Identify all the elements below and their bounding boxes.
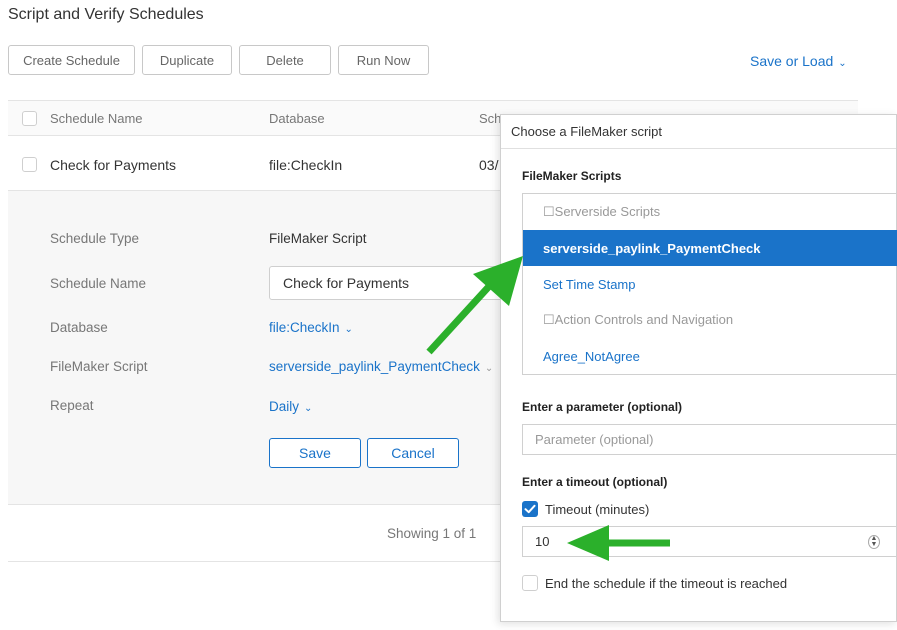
popup-divider [501, 148, 896, 149]
duplicate-button[interactable]: Duplicate [142, 45, 232, 75]
timeout-label: Enter a timeout (optional) [522, 475, 668, 489]
schedule-type-value: FileMaker Script [269, 231, 367, 246]
database-select-value: file:CheckIn [269, 320, 340, 335]
script-item[interactable]: Set Time Stamp [523, 266, 897, 302]
script-item-selected[interactable]: serverside_paylink_PaymentCheck [523, 230, 897, 266]
delete-button[interactable]: Delete [239, 45, 331, 75]
filemaker-script-label: FileMaker Script [50, 359, 148, 374]
cancel-button[interactable]: Cancel [367, 438, 459, 468]
create-schedule-button[interactable]: Create Schedule [8, 45, 135, 75]
chevron-down-icon: ⌄ [484, 363, 494, 374]
script-item[interactable]: Agree_NotAgree [523, 338, 897, 374]
column-header-name[interactable]: Schedule Name [50, 111, 143, 126]
script-list[interactable]: ☐Serverside Scripts serverside_paylink_P… [522, 193, 897, 375]
select-all-checkbox[interactable] [22, 111, 37, 126]
repeat-select-value: Daily [269, 399, 300, 414]
pagination-status: Showing 1 of 1 [387, 526, 477, 541]
chevron-down-icon: ⌄ [838, 58, 847, 69]
column-header-database[interactable]: Database [269, 111, 325, 126]
row-checkbox[interactable] [22, 157, 37, 172]
filemaker-script-select[interactable]: serverside_paylink_PaymentCheck ⌄ [269, 359, 493, 374]
schedule-name-label: Schedule Name [50, 276, 147, 291]
database-label: Database [50, 320, 108, 335]
database-select[interactable]: file:CheckIn ⌄ [269, 320, 353, 335]
save-or-load-menu[interactable]: Save or Load ⌄ [750, 53, 847, 69]
filemaker-scripts-label: FileMaker Scripts [522, 169, 622, 183]
schedule-name-input[interactable]: Check for Payments [269, 266, 504, 300]
run-now-button[interactable]: Run Now [338, 45, 429, 75]
filemaker-script-value: serverside_paylink_PaymentCheck [269, 359, 480, 374]
script-folder-item[interactable]: ☐Action Controls and Navigation [523, 302, 897, 338]
save-or-load-label: Save or Load [750, 53, 834, 69]
stepper-icon[interactable]: ▲ ▼ [868, 535, 880, 549]
popup-title: Choose a FileMaker script [511, 124, 662, 139]
row-date: 03/ [479, 157, 499, 173]
parameter-input[interactable]: Parameter (optional) [522, 424, 897, 455]
script-folder-item[interactable]: ☐Serverside Scripts [523, 194, 897, 230]
timeout-checkbox[interactable] [522, 501, 538, 517]
schedule-type-label: Schedule Type [50, 231, 140, 246]
choose-script-popup: Choose a FileMaker script FileMaker Scri… [500, 114, 897, 622]
page-title: Script and Verify Schedules [8, 6, 204, 23]
chevron-down-icon: ⌄ [344, 324, 353, 335]
timeout-checkbox-label: Timeout (minutes) [545, 502, 650, 517]
timeout-value: 10 [535, 534, 550, 549]
end-schedule-label: End the schedule if the timeout is reach… [545, 576, 788, 591]
save-button[interactable]: Save [269, 438, 361, 468]
check-icon [524, 504, 536, 514]
row-schedule-name[interactable]: Check for Payments [50, 157, 176, 173]
timeout-minutes-input[interactable]: 10 ▲ ▼ [522, 526, 897, 557]
end-schedule-checkbox[interactable] [522, 575, 538, 591]
repeat-select[interactable]: Daily ⌄ [269, 399, 312, 414]
repeat-label: Repeat [50, 398, 94, 413]
row-database: file:CheckIn [269, 157, 343, 173]
parameter-label: Enter a parameter (optional) [522, 400, 683, 414]
footer-divider [8, 561, 500, 562]
chevron-down-icon: ⌄ [304, 403, 313, 414]
column-header-scheduled[interactable]: Sch [479, 111, 501, 126]
